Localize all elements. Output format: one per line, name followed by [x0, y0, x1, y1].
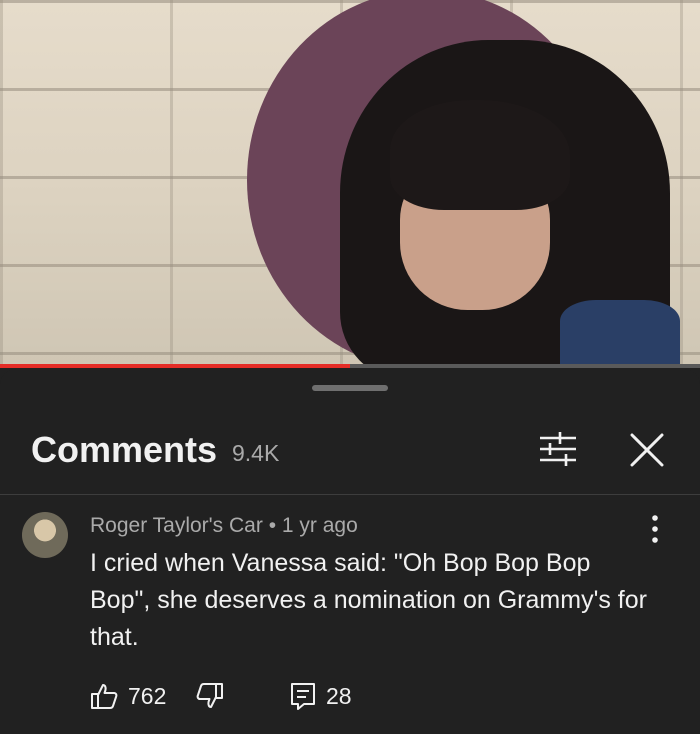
video-frame-bangs — [390, 100, 570, 210]
close-icon — [630, 433, 664, 467]
video-progress-bar[interactable] — [0, 364, 700, 368]
drag-handle[interactable] — [312, 385, 388, 391]
filter-button[interactable] — [538, 431, 578, 467]
video-progress-fill — [0, 364, 350, 368]
dislike-button[interactable] — [196, 679, 224, 713]
comments-title: Comments — [31, 429, 218, 470]
comment-text: I cried when Vanessa said: "Oh Bop Bop B… — [90, 549, 647, 651]
meta-separator: • — [268, 514, 277, 537]
thumbs-up-icon — [91, 684, 118, 709]
header-divider — [0, 494, 700, 495]
more-vertical-icon — [652, 515, 658, 543]
comment-menu-button[interactable] — [640, 513, 670, 545]
close-button[interactable] — [628, 431, 666, 469]
comment-age: 1 yr ago — [281, 514, 358, 537]
like-button[interactable]: 762 — [90, 679, 166, 713]
video-player[interactable] — [0, 0, 700, 366]
reply-button[interactable]: 28 — [290, 679, 352, 713]
reply-count: 28 — [326, 682, 352, 709]
comment-author[interactable]: Roger Taylor's Car — [90, 514, 263, 537]
reply-icon — [291, 683, 315, 710]
comment-meta: Roger Taylor's Car • 1 yr ago — [90, 514, 358, 538]
avatar[interactable] — [22, 512, 68, 558]
like-count: 762 — [128, 682, 167, 709]
thumbs-down-icon — [196, 683, 223, 708]
comments-count: 9.4K — [232, 440, 280, 466]
filter-sliders-icon — [540, 432, 576, 466]
comments-sheet: Comments 9.4K Roger Taylor's Car • 1 yr — [0, 369, 700, 734]
comment-actions: 762 28 — [90, 679, 690, 713]
video-frame-shoulder — [560, 300, 680, 366]
